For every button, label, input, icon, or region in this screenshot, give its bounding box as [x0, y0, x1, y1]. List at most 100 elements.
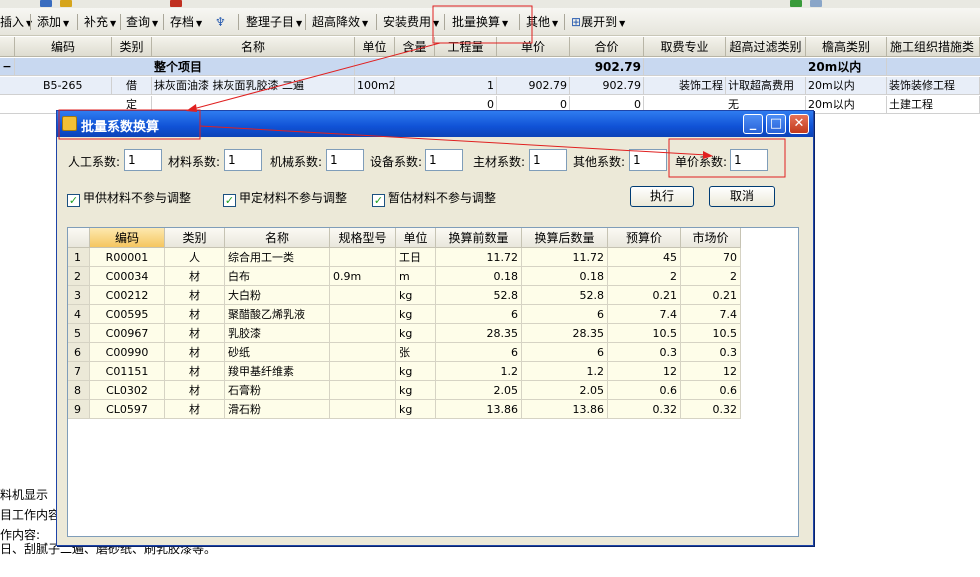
- folder-icon[interactable]: [60, 0, 72, 7]
- equipment-coef-input[interactable]: [425, 149, 463, 171]
- cell-code: C00212: [90, 286, 165, 305]
- cancel-button[interactable]: 取消: [709, 186, 775, 207]
- document-icon[interactable]: [810, 0, 822, 7]
- provisional-material-checkbox[interactable]: ✓ 暂估材料不参与调整: [372, 189, 496, 207]
- toolbar-insert[interactable]: 插入▼: [0, 13, 32, 31]
- cell-before: 6: [436, 343, 522, 362]
- cell-unit: m: [396, 267, 436, 286]
- grid-header-eave[interactable]: 檐高类别: [806, 37, 887, 57]
- cell-no: 9: [68, 400, 90, 419]
- cell-type: 材: [165, 381, 225, 400]
- grid-header-price[interactable]: 单价: [497, 37, 570, 57]
- minimize-icon[interactable]: _: [743, 114, 763, 134]
- cell-type: 材: [165, 286, 225, 305]
- cell-market: 0.6: [681, 381, 741, 400]
- table-row[interactable]: 8 CL0302 材石膏粉 kg 2.05 2.05 0.6 0.6: [68, 381, 741, 400]
- grid-header-quantity[interactable]: 工程量: [435, 37, 497, 57]
- close-icon[interactable]: ✕: [789, 114, 809, 134]
- cell-no: 4: [68, 305, 90, 324]
- table-header-budget[interactable]: 预算价: [608, 228, 681, 248]
- machine-coef-input[interactable]: [326, 149, 364, 171]
- grid-header-type[interactable]: 类别: [112, 37, 152, 57]
- main-toolbar: 插入▼ 添加▼ 补充▼ 查询▼ 存档▼ ♆ 整理子目▼ 超高降效▼ 安装费用▼ …: [0, 8, 980, 36]
- toolbar-batch-convert[interactable]: 批量换算 ▼: [452, 13, 508, 31]
- grid-header-fee[interactable]: 取费专业: [644, 37, 726, 57]
- table-header-code[interactable]: 编码: [90, 228, 165, 248]
- maximize-icon[interactable]: □: [766, 114, 786, 134]
- owner-supplied-checkbox[interactable]: ✓ 甲供材料不参与调整: [67, 189, 191, 207]
- delete-icon[interactable]: [170, 0, 182, 7]
- cell-budget: 10.5: [608, 324, 681, 343]
- table-header-spec[interactable]: 规格型号: [330, 228, 396, 248]
- dialog-app-icon: [62, 116, 77, 131]
- cell-name: 聚醋酸乙烯乳液: [225, 305, 330, 324]
- table-row[interactable]: 7 C01151 材羧甲基纤维素 kg 1.2 1.2 12 12: [68, 362, 741, 381]
- table-row[interactable]: − 整个项目 902.79 20m以内: [0, 58, 980, 76]
- toolbar-organize[interactable]: 整理子目 ▼: [246, 13, 302, 31]
- table-row[interactable]: B5-265 借 抹灰面油漆 抹灰面乳胶漆 二遍 100m2 1 902.79 …: [0, 77, 980, 95]
- grid-header-name[interactable]: 名称: [152, 37, 355, 57]
- toolbar-expand[interactable]: ⊞展开到 ▼: [571, 13, 625, 31]
- cell-after: 11.72: [522, 248, 608, 267]
- grid-header-code[interactable]: 编码: [15, 37, 112, 57]
- collapse-icon[interactable]: −: [0, 58, 15, 76]
- grid-header-filter[interactable]: 超高过滤类别: [726, 37, 806, 57]
- labor-coef-label: 人工系数:: [68, 155, 121, 169]
- tab-work-content[interactable]: 目工作内容: [0, 506, 60, 523]
- cell-after: 6: [522, 305, 608, 324]
- labor-coef-input[interactable]: [124, 149, 162, 171]
- table-header-type[interactable]: 类别: [165, 228, 225, 248]
- cell-before: 6: [436, 305, 522, 324]
- cell-market: 2: [681, 267, 741, 286]
- table-row[interactable]: 9 CL0597 材滑石粉 kg 13.86 13.86 0.32 0.32: [68, 400, 741, 419]
- material-coef-input[interactable]: [224, 149, 262, 171]
- tab-material-display[interactable]: 料机显示: [0, 486, 48, 503]
- cell-name: 乳胶漆: [225, 324, 330, 343]
- unit-price-coef-input[interactable]: [730, 149, 768, 171]
- cell-no: 1: [68, 248, 90, 267]
- other-coef-input[interactable]: [629, 149, 667, 171]
- table-header-market[interactable]: 市场价: [681, 228, 741, 248]
- grid-header-content[interactable]: 含量: [395, 37, 435, 57]
- cell-name: 砂纸: [225, 343, 330, 362]
- toolbar-other[interactable]: 其他 ▼: [526, 13, 558, 31]
- toolbar-query[interactable]: 查询 ▼: [126, 13, 158, 31]
- table-row[interactable]: 3 C00212 材大白粉 kg 52.8 52.8 0.21 0.21: [68, 286, 741, 305]
- toolbar-supplement[interactable]: 补充 ▼: [84, 13, 116, 31]
- dialog-titlebar[interactable]: 批量系数换算 _ □ ✕: [57, 111, 813, 137]
- unit-price-coef-label: 单价系数:: [675, 155, 728, 169]
- toolbar-height-reduce[interactable]: 超高降效 ▼: [312, 13, 368, 31]
- grid-header-unit[interactable]: 单位: [355, 37, 395, 57]
- table-row[interactable]: 2 C00034 材白布 0.9m m 0.18 0.18 2 2: [68, 267, 741, 286]
- toolbar-install-fee[interactable]: 安装费用 ▼: [383, 13, 439, 31]
- main-material-coef-input[interactable]: [529, 149, 567, 171]
- owner-designated-checkbox[interactable]: ✓ 甲定材料不参与调整: [223, 189, 347, 207]
- cell-market: 10.5: [681, 324, 741, 343]
- lower-left-panel: 料机显示 目工作内容 作内容:: [0, 470, 60, 577]
- save-icon[interactable]: [40, 0, 52, 7]
- binoculars-icon[interactable]: ♆: [215, 13, 226, 31]
- cell-after: 1.2: [522, 362, 608, 381]
- table-header-unit[interactable]: 单位: [396, 228, 436, 248]
- table-row[interactable]: 4 C00595 材聚醋酸乙烯乳液 kg 6 6 7.4 7.4: [68, 305, 741, 324]
- check-icon[interactable]: [790, 0, 802, 7]
- cell-code: C00990: [90, 343, 165, 362]
- main-material-coef-label: 主材系数:: [473, 155, 526, 169]
- table-header-after[interactable]: 换算后数量: [522, 228, 608, 248]
- table-header-name[interactable]: 名称: [225, 228, 330, 248]
- equipment-coef-label: 设备系数:: [370, 155, 423, 169]
- cell-spec: 0.9m: [330, 267, 396, 286]
- cell-no: 2: [68, 267, 90, 286]
- cell-after: 0.18: [522, 267, 608, 286]
- grid-header-total[interactable]: 合价: [570, 37, 644, 57]
- table-row[interactable]: 6 C00990 材砂纸张 6 6 0.3 0.3: [68, 343, 741, 362]
- toolbar-add[interactable]: 添加 ▼: [37, 13, 69, 31]
- cell-code: R00001: [90, 248, 165, 267]
- table-row[interactable]: 5 C00967 材乳胶漆 kg 28.35 28.35 10.5 10.5: [68, 324, 741, 343]
- grid-header-measure[interactable]: 施工组织措施类别: [887, 37, 980, 57]
- toolbar-archive[interactable]: 存档 ▼: [170, 13, 202, 31]
- table-row[interactable]: 1 R00001 人综合用工一类 工日 11.72 11.72 45 70: [68, 248, 741, 267]
- execute-button[interactable]: 执行: [630, 186, 694, 207]
- table-header-before[interactable]: 换算前数量: [436, 228, 522, 248]
- cell-code: CL0302: [90, 381, 165, 400]
